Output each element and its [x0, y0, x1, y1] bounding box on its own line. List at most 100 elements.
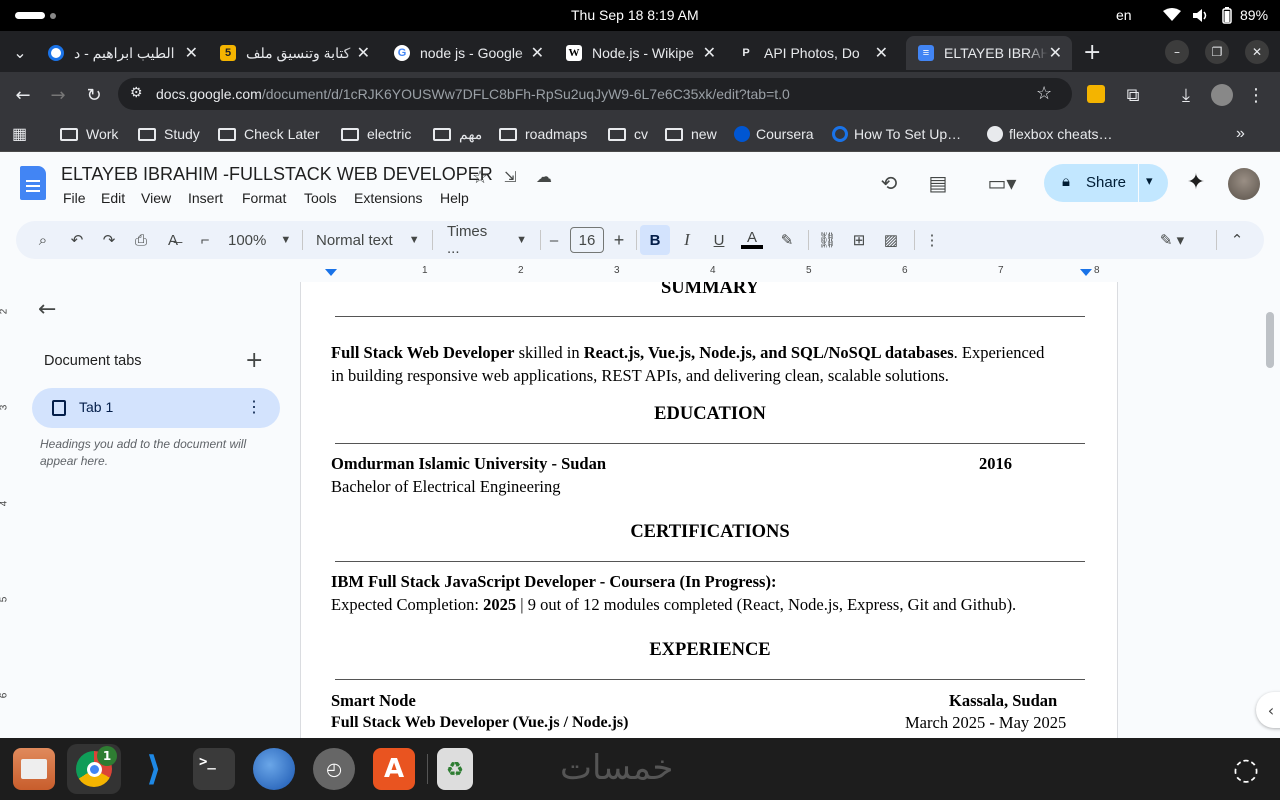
menu-view[interactable]: View — [141, 190, 171, 206]
vscode-app-icon[interactable]: ⟩ — [133, 748, 175, 790]
new-tab-button[interactable]: + — [1083, 40, 1101, 65]
bookmark-folder[interactable]: Work — [60, 122, 118, 146]
document-page[interactable]: SUMMARY Full Stack Web Developer skilled… — [300, 282, 1118, 738]
clock[interactable]: Thu Sep 18 8:19 AM — [571, 7, 699, 23]
tab-1[interactable]: 5 كتابة وتنسيق ملف ✕ — [208, 36, 380, 70]
search-menus-icon[interactable]: ⌕ — [32, 227, 54, 253]
account-avatar[interactable] — [1228, 168, 1260, 200]
tab-3[interactable]: W Node.js - Wikipe ✕ — [554, 36, 726, 70]
add-comment-icon[interactable]: ⊞ — [848, 227, 870, 253]
star-icon[interactable]: ☆ — [472, 167, 488, 188]
right-indent-marker[interactable] — [1080, 269, 1092, 276]
bookmark-coursera[interactable]: Coursera — [734, 122, 814, 146]
forward-button[interactable]: → — [47, 84, 69, 106]
insert-image-icon[interactable]: ▨ — [880, 227, 902, 253]
show-apps-icon[interactable]: ◌ — [1225, 748, 1267, 790]
workspace-dot[interactable] — [50, 13, 56, 19]
minimize-button[interactable]: – — [1165, 40, 1189, 64]
document-tab-1[interactable]: Tab 1 ⋮ — [32, 388, 280, 428]
battery-icon[interactable] — [1222, 7, 1232, 24]
tab-options-icon[interactable]: ⋮ — [246, 397, 262, 417]
spellcheck-icon[interactable]: A̶ — [162, 227, 184, 253]
extensions-icon[interactable]: ⧉ — [1122, 84, 1144, 106]
bookmark-folder[interactable]: مهم — [433, 122, 482, 146]
menu-icon[interactable]: ⋮ — [1245, 84, 1267, 106]
site-info-icon[interactable]: ⚙ — [130, 84, 143, 101]
side-panel-toggle[interactable]: ‹ — [1256, 692, 1280, 728]
menu-help[interactable]: Help — [440, 190, 469, 206]
bookmark-link[interactable]: flexbox cheats… — [987, 122, 1113, 146]
menu-format[interactable]: Format — [242, 190, 286, 206]
comments-icon[interactable]: ▤ — [925, 170, 951, 196]
bookmark-folder[interactable]: Study — [138, 122, 200, 146]
apps-grid-icon[interactable]: ▦ — [12, 122, 27, 146]
wifi-icon[interactable] — [1163, 8, 1181, 22]
meet-icon[interactable]: ▭▾ — [982, 170, 1022, 196]
volume-icon[interactable] — [1192, 8, 1208, 23]
clock-app-icon[interactable]: ◴ — [313, 748, 355, 790]
redo-icon[interactable]: ↷ — [98, 227, 120, 253]
increase-font-size-button[interactable]: + — [610, 227, 628, 253]
reload-button[interactable]: ↻ — [83, 84, 105, 106]
add-tab-icon[interactable]: + — [245, 348, 263, 373]
share-button[interactable]: 🔒︎ Share ▾ — [1044, 164, 1168, 202]
horizontal-ruler[interactable]: 1 2 3 4 5 6 7 8 — [300, 265, 1118, 282]
collapse-menus-icon[interactable]: ⌃ — [1226, 227, 1248, 253]
close-icon[interactable]: ✕ — [185, 43, 198, 63]
editing-mode-button[interactable]: ✎ ▾ — [1152, 227, 1192, 253]
menu-insert[interactable]: Insert — [188, 190, 223, 206]
back-arrow-icon[interactable]: ← — [38, 297, 56, 322]
print-icon[interactable]: ⎙ — [130, 227, 152, 253]
style-select[interactable]: Normal text ▼ — [316, 227, 420, 253]
gemini-icon[interactable]: ✦ — [1183, 169, 1209, 195]
tab-4[interactable]: P API Photos, Do ✕ — [726, 36, 898, 70]
link-icon[interactable]: ⛓ — [816, 227, 838, 253]
left-indent-marker[interactable] — [325, 269, 337, 276]
font-size-input[interactable]: 16 — [570, 227, 604, 253]
tab-search-icon[interactable]: ⌄ — [8, 40, 32, 64]
more-bookmarks-icon[interactable]: » — [1236, 122, 1245, 146]
close-icon[interactable]: ✕ — [875, 43, 888, 63]
close-icon[interactable]: ✕ — [703, 43, 716, 63]
bookmark-folder[interactable]: new — [665, 122, 717, 146]
menu-file[interactable]: File — [63, 190, 86, 206]
menu-extensions[interactable]: Extensions — [354, 190, 422, 206]
app-center-icon[interactable]: A — [373, 748, 415, 790]
trash-icon[interactable]: ♻ — [437, 748, 473, 790]
profile-avatar[interactable] — [1211, 84, 1233, 106]
bookmark-folder[interactable]: cv — [608, 122, 648, 146]
maximize-button[interactable]: ❐ — [1205, 40, 1229, 64]
zoom-select[interactable]: 100% ▼ — [228, 227, 291, 253]
address-bar[interactable]: ⚙ docs.google.com/document/d/1cRJK6YOUSW… — [118, 78, 1072, 110]
bookmark-folder[interactable]: Check Later — [218, 122, 319, 146]
bold-button[interactable]: B — [640, 225, 670, 255]
chrome-app-icon[interactable]: 1 — [67, 744, 121, 794]
document-title[interactable]: ELTAYEB IBRAHIM -FULLSTACK WEB DEVELOPER — [61, 164, 493, 185]
download-icon[interactable]: ⤓ — [1175, 84, 1197, 106]
files-app-icon[interactable] — [13, 748, 55, 790]
tab-0[interactable]: الطيب ابراهيم - د ✕ — [36, 36, 208, 70]
menu-tools[interactable]: Tools — [304, 190, 337, 206]
back-button[interactable]: ← — [12, 84, 34, 106]
bookmark-link[interactable]: How To Set Up… — [832, 122, 961, 146]
docs-logo-icon[interactable] — [20, 166, 46, 200]
keep-extension-icon[interactable] — [1087, 85, 1105, 103]
text-color-button[interactable]: A — [740, 227, 764, 253]
history-icon[interactable]: ⟲ — [876, 170, 902, 196]
bookmark-folder[interactable]: electric — [341, 122, 411, 146]
decrease-font-size-button[interactable]: – — [546, 227, 562, 253]
close-icon[interactable]: ✕ — [357, 43, 370, 63]
undo-icon[interactable]: ↶ — [66, 227, 88, 253]
terminal-app-icon[interactable]: >_ — [193, 748, 235, 790]
cloud-status-icon[interactable]: ☁ — [536, 167, 552, 186]
share-dropdown-icon[interactable]: ▾ — [1146, 173, 1153, 189]
font-select[interactable]: Times ... ▼ — [447, 223, 527, 257]
language-indicator[interactable]: en — [1116, 7, 1132, 23]
close-icon[interactable]: ✕ — [531, 43, 544, 63]
close-icon[interactable]: ✕ — [1049, 43, 1062, 63]
more-options-icon[interactable]: ⋮ — [921, 227, 943, 253]
workspace-indicator[interactable] — [15, 12, 45, 19]
thunderbird-app-icon[interactable] — [253, 748, 295, 790]
underline-button[interactable]: U — [708, 227, 730, 253]
tab-5-active[interactable]: ≡ ELTAYEB IBRAHI ✕ — [906, 36, 1072, 70]
